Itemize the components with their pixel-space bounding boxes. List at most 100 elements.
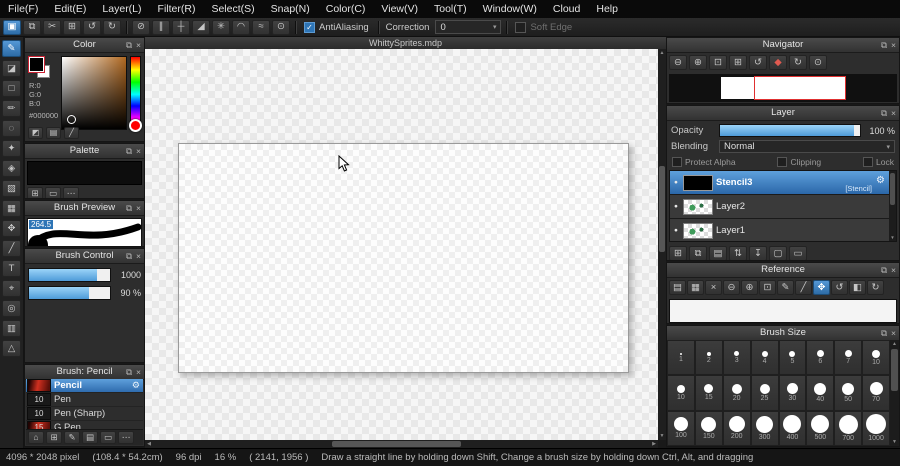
scroll-down-icon[interactable]: ▼ bbox=[889, 234, 896, 241]
eraser-tool[interactable]: ◪ bbox=[2, 60, 21, 77]
close-icon[interactable]: × bbox=[891, 40, 896, 50]
vertical-scrollbar[interactable]: ▲ ▼ bbox=[658, 49, 666, 440]
brush-size-cell[interactable]: 15 bbox=[694, 375, 723, 411]
cut-icon[interactable]: ✂ bbox=[43, 19, 61, 35]
clear-icon[interactable]: × bbox=[705, 280, 722, 295]
brush-folder-icon[interactable]: ▤ bbox=[82, 431, 98, 444]
scroll-thumb[interactable] bbox=[890, 173, 895, 205]
swatch-pair-icon[interactable]: ◩ bbox=[28, 127, 43, 139]
open-folder-icon[interactable]: ▦ bbox=[687, 280, 704, 295]
undo-icon[interactable]: ↺ bbox=[83, 19, 101, 35]
close-icon[interactable]: × bbox=[136, 367, 141, 377]
zoom-in-icon[interactable]: ⊕ bbox=[689, 55, 707, 70]
snap-vanishing-point-icon[interactable]: ◢ bbox=[192, 19, 210, 35]
pan-tool[interactable]: ⌖ bbox=[2, 280, 21, 297]
brush-size-cell[interactable]: 5 bbox=[778, 340, 807, 376]
fit-window-icon[interactable]: ⊡ bbox=[709, 55, 727, 70]
scroll-thumb[interactable] bbox=[891, 349, 898, 392]
slider-view-icon[interactable]: ▤ bbox=[46, 127, 61, 139]
brush-size-cell[interactable]: 200 bbox=[722, 410, 751, 446]
Pencil[interactable]: Pencil ⚙ bbox=[26, 379, 143, 393]
navigator-view-rectangle[interactable] bbox=[754, 76, 846, 100]
close-icon[interactable]: × bbox=[136, 146, 141, 156]
palette-swatch-list[interactable] bbox=[27, 161, 142, 185]
flip-icon[interactable]: ◧ bbox=[849, 280, 866, 295]
brush-size-cell[interactable]: 100 bbox=[667, 410, 695, 446]
menu-item[interactable]: Color(C) bbox=[318, 0, 374, 18]
layer-option-checkbox[interactable]: Protect Alpha bbox=[672, 157, 736, 167]
divide-tool[interactable]: ▥ bbox=[2, 320, 21, 337]
duplicate-layer-icon[interactable]: ⧉ bbox=[689, 246, 707, 260]
canvas-viewport[interactable] bbox=[145, 49, 658, 440]
menu-item[interactable]: Snap(N) bbox=[263, 0, 318, 18]
brush-size-cell[interactable]: 4 bbox=[750, 340, 779, 376]
rotate-left-icon[interactable]: ↺ bbox=[831, 280, 848, 295]
popout-icon[interactable]: ⧉ bbox=[881, 265, 887, 276]
brush-size-cell[interactable]: 20 bbox=[722, 375, 751, 411]
scroll-right-icon[interactable]: ▶ bbox=[650, 440, 658, 448]
brush-size-slider[interactable] bbox=[28, 268, 111, 282]
reset-rotation-icon[interactable]: ◆ bbox=[769, 55, 787, 70]
redo-icon[interactable]: ↻ bbox=[103, 19, 121, 35]
snap-ellipse-icon[interactable]: ◠ bbox=[232, 19, 250, 35]
menu-item[interactable]: Window(W) bbox=[475, 0, 545, 18]
canvas[interactable] bbox=[178, 143, 629, 373]
add-layer-icon[interactable]: ⊞ bbox=[669, 246, 687, 260]
menu-item[interactable]: Help bbox=[588, 0, 626, 18]
close-icon[interactable]: × bbox=[136, 251, 141, 261]
merge-layer-icon[interactable]: ↧ bbox=[749, 246, 767, 260]
eyedropper-tool[interactable]: ╱ bbox=[2, 240, 21, 257]
brush-size-scrollbar[interactable]: ▲ ▼ bbox=[890, 340, 899, 446]
reset-view-icon[interactable]: ⊙ bbox=[809, 55, 827, 70]
scroll-down-icon[interactable]: ▼ bbox=[890, 438, 899, 446]
brush-size-cell[interactable]: 7 bbox=[834, 340, 863, 376]
Layer2[interactable]: ● Layer2 ⚙ bbox=[670, 195, 889, 219]
line-preview-icon[interactable]: ╱ bbox=[64, 127, 79, 139]
home-icon[interactable]: ⌂ bbox=[28, 431, 44, 444]
zoom-in-icon[interactable]: ⊕ bbox=[741, 280, 758, 295]
snap-crosshatch-icon[interactable]: ┼ bbox=[172, 19, 190, 35]
magic-wand-tool[interactable]: ✦ bbox=[2, 140, 21, 157]
add-folder-icon[interactable]: ▤ bbox=[709, 246, 727, 260]
popout-icon[interactable]: ⧉ bbox=[126, 40, 132, 51]
close-icon[interactable]: × bbox=[891, 265, 896, 275]
Stencil3[interactable]: ● Stencil3 [Stencil] ⚙ bbox=[670, 171, 889, 195]
foreground-color-swatch[interactable] bbox=[28, 56, 45, 73]
snap-settings-icon[interactable]: ⊙ bbox=[272, 19, 290, 35]
layer-list-scrollbar[interactable]: ▼ bbox=[889, 171, 896, 241]
layer-settings-icon[interactable]: ⚙ bbox=[876, 175, 885, 186]
reference-image-area[interactable] bbox=[669, 299, 897, 323]
blending-select[interactable]: Normal ▾ bbox=[719, 140, 895, 153]
brush-settings-icon[interactable]: ⚙ bbox=[132, 380, 140, 391]
menu-item[interactable]: Tool(T) bbox=[426, 0, 475, 18]
popout-icon[interactable]: ⧉ bbox=[881, 328, 887, 339]
lasso-tool[interactable]: ◌ bbox=[2, 120, 21, 137]
Layer1[interactable]: ● Layer1 ⚙ bbox=[670, 219, 889, 241]
menu-item[interactable]: File(F) bbox=[0, 0, 46, 18]
close-icon[interactable]: × bbox=[891, 328, 896, 338]
pencil-icon[interactable]: ✎ bbox=[777, 280, 794, 295]
pixel-grid-tool[interactable]: ▦ bbox=[2, 200, 21, 217]
sv-marker[interactable] bbox=[67, 115, 76, 124]
hue-slider[interactable] bbox=[129, 56, 142, 132]
saturation-value-picker[interactable] bbox=[61, 56, 127, 130]
popout-icon[interactable]: ⧉ bbox=[126, 203, 132, 214]
menu-item[interactable]: Edit(E) bbox=[46, 0, 94, 18]
rotate-right-icon[interactable]: ↻ bbox=[867, 280, 884, 295]
layer-option-checkbox[interactable]: Clipping bbox=[777, 157, 821, 167]
gradient-tool[interactable]: ▨ bbox=[2, 180, 21, 197]
navigator-preview[interactable] bbox=[669, 74, 897, 102]
scroll-track[interactable] bbox=[153, 440, 650, 448]
hand-icon[interactable]: ✥ bbox=[813, 280, 830, 295]
popout-icon[interactable]: ⧉ bbox=[881, 108, 887, 119]
move-tool[interactable]: ✥ bbox=[2, 220, 21, 237]
menu-item[interactable]: Filter(R) bbox=[150, 0, 204, 18]
checkbox-icon[interactable] bbox=[672, 157, 682, 167]
brush-size-cell[interactable]: 30 bbox=[778, 375, 807, 411]
checkbox-icon[interactable] bbox=[777, 157, 788, 167]
menu-item[interactable]: View(V) bbox=[373, 0, 426, 18]
bucket-fill-tool[interactable]: ◈ bbox=[2, 160, 21, 177]
delete-color-icon[interactable]: ▭ bbox=[45, 187, 61, 198]
clear-layer-icon[interactable]: ▢ bbox=[769, 246, 787, 260]
popout-icon[interactable]: ⧉ bbox=[126, 251, 132, 262]
